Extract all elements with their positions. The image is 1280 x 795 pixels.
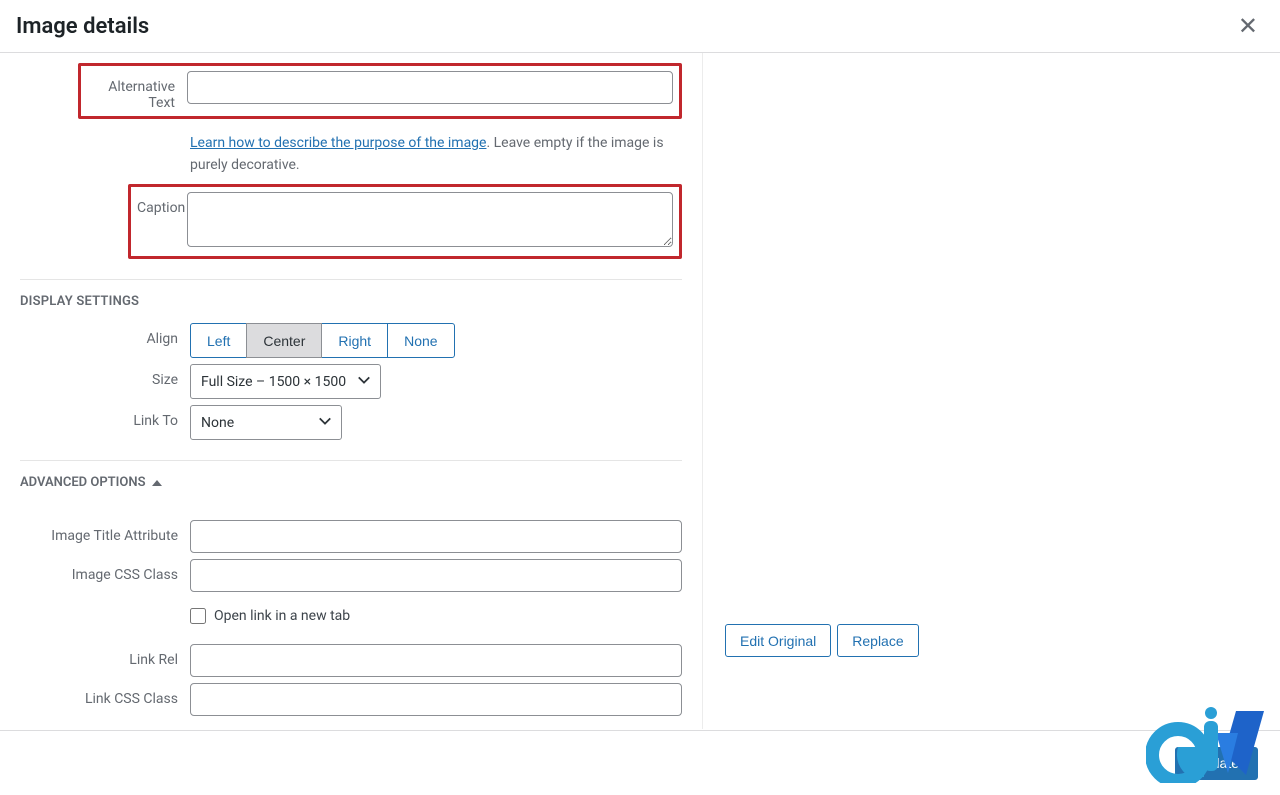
size-label: Size: [20, 364, 190, 388]
css-class-label: Image CSS Class: [20, 559, 190, 583]
dialog-footer: Update: [0, 730, 1280, 795]
preview-column: Edit Original Replace: [703, 53, 1280, 729]
settings-column: Alternative Text Learn how to describe t…: [0, 53, 703, 729]
caption-input[interactable]: [187, 192, 673, 247]
update-button[interactable]: Update: [1175, 747, 1258, 780]
css-class-input[interactable]: [190, 559, 682, 592]
open-new-tab-label: Open link in a new tab: [214, 608, 350, 624]
replace-button[interactable]: Replace: [837, 624, 918, 657]
title-attr-input[interactable]: [190, 520, 682, 553]
link-css-label: Link CSS Class: [20, 683, 190, 707]
dialog-content: Alternative Text Learn how to describe t…: [0, 53, 1280, 729]
size-select[interactable]: Full Size – 1500 × 1500: [190, 364, 381, 399]
highlight-caption: Caption: [128, 184, 682, 259]
linkto-select[interactable]: None: [190, 405, 342, 440]
linkto-label: Link To: [20, 405, 190, 429]
align-label: Align: [20, 323, 190, 347]
alt-text-label: Alternative Text: [87, 71, 187, 111]
advanced-options-toggle[interactable]: ADVANCED OPTIONS: [20, 475, 682, 490]
link-rel-label: Link Rel: [20, 644, 190, 668]
caption-label: Caption: [137, 192, 187, 216]
highlight-alt-text: Alternative Text: [78, 63, 682, 119]
title-attr-label: Image Title Attribute: [20, 520, 190, 544]
link-rel-input[interactable]: [190, 644, 682, 677]
close-icon[interactable]: ✕: [1232, 14, 1264, 38]
align-center-button[interactable]: Center: [246, 323, 322, 358]
open-new-tab-checkbox[interactable]: [190, 608, 206, 624]
alt-text-input[interactable]: [187, 71, 673, 104]
align-right-button[interactable]: Right: [321, 323, 388, 358]
triangle-up-icon: [152, 480, 162, 486]
align-left-button[interactable]: Left: [190, 323, 247, 358]
align-button-group: Left Center Right None: [190, 323, 682, 358]
dialog-title: Image details: [16, 14, 149, 39]
edit-original-button[interactable]: Edit Original: [725, 624, 831, 657]
dialog-header: Image details ✕: [0, 0, 1280, 53]
alt-help-link[interactable]: Learn how to describe the purpose of the…: [190, 135, 486, 151]
alt-help-text: Learn how to describe the purpose of the…: [190, 133, 682, 176]
display-settings-heading: DISPLAY SETTINGS: [20, 294, 682, 309]
link-css-input[interactable]: [190, 683, 682, 716]
align-none-button[interactable]: None: [387, 323, 454, 358]
